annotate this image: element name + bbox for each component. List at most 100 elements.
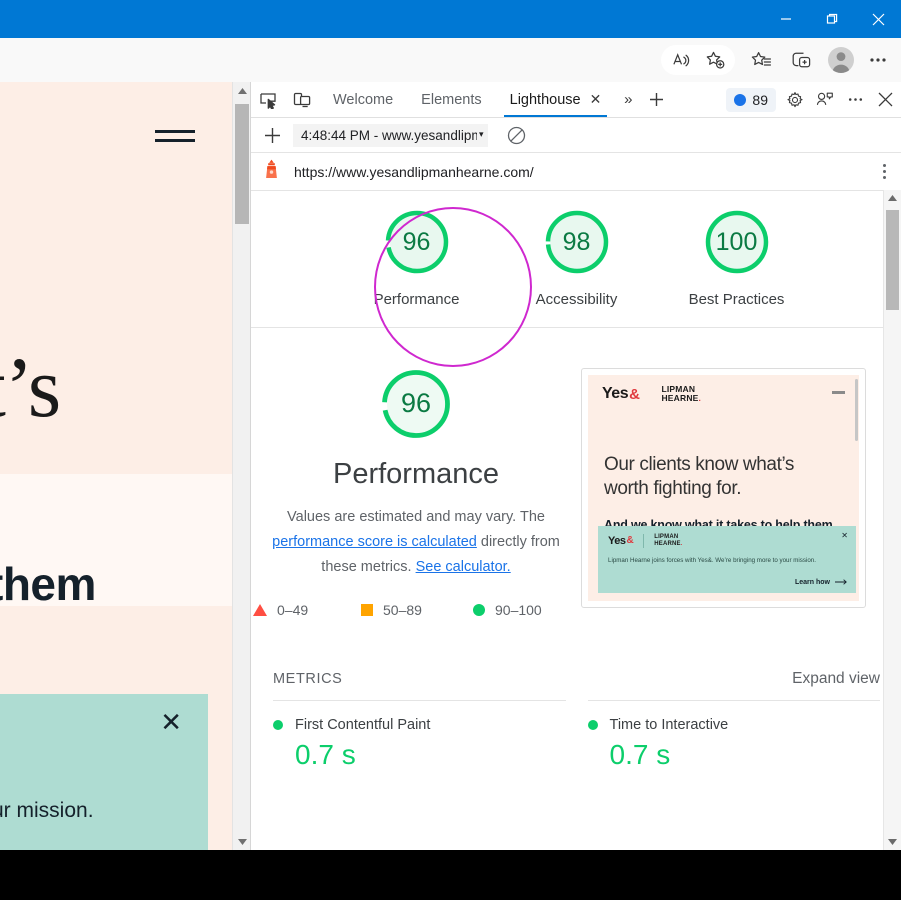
banner-text: ur mission. [0, 799, 94, 822]
thumbnail-banner-close-icon: ✕ [841, 530, 848, 540]
gauge-ring-best-practices: 100 [700, 205, 774, 279]
tab-lighthouse[interactable]: Lighthouse ✕ [496, 83, 616, 117]
devtools-panel: Welcome Elements Lighthouse ✕ » 89 4:48:… [250, 82, 901, 850]
devtools-scroll-thumb[interactable] [886, 210, 899, 310]
tab-close-icon[interactable]: ✕ [590, 92, 602, 108]
tab-welcome[interactable]: Welcome [319, 83, 407, 117]
performance-title: Performance [332, 457, 499, 490]
performance-description: Values are estimated and may vary. The p… [261, 505, 571, 580]
restore-button[interactable] [809, 0, 855, 38]
devtools-scroll-down-icon[interactable] [884, 833, 901, 850]
score-legend: 0–49 50–89 90–100 [251, 602, 581, 618]
thumbnail-banner-cta: Learn how [795, 579, 848, 587]
metric-label-row: Time to Interactive [587, 717, 881, 733]
gauge-accessibility[interactable]: 98 Accessibility [517, 205, 637, 311]
devtools-right-icons: 89 [726, 82, 900, 117]
devtools-scrollbar[interactable] [883, 190, 901, 850]
page-scroll-up-icon[interactable] [233, 82, 251, 100]
new-tab-button[interactable] [641, 83, 671, 117]
tab-elements-label: Elements [421, 91, 482, 108]
split-screen-icon[interactable] [781, 45, 821, 75]
metric-label-row: First Contentful Paint [273, 717, 566, 733]
page-scroll-thumb[interactable] [235, 104, 249, 224]
banner-close-icon[interactable]: ✕ [160, 710, 182, 736]
metric-status-dot-icon [587, 719, 598, 730]
thumbnail-logos: Yes & LIPMAN HEARNE. [602, 384, 701, 404]
webpage-hero-line1: t’s [0, 339, 61, 435]
report-selector-label: 4:48:44 PM - www.yesandlipma [301, 127, 477, 143]
lighthouse-report-body: 96 Performance 98 Accessibility 100 Best… [251, 191, 901, 848]
metric-time-to-interactive[interactable]: Time to Interactive 0.7 s [587, 699, 881, 771]
thumbnail-headline: Our clients know what’s worth fighting f… [604, 453, 794, 501]
thumbnail-banner-divider [643, 533, 645, 548]
gauge-score-performance: 96 [402, 227, 431, 256]
profile-avatar[interactable] [821, 45, 861, 75]
gear-icon[interactable] [780, 83, 810, 117]
chevron-down-icon: ▾ [479, 130, 484, 140]
new-report-button[interactable] [257, 120, 287, 150]
score-gauges: 96 Performance 98 Accessibility 100 Best… [251, 191, 901, 311]
performance-main-gauge: 96 [376, 364, 456, 444]
metrics-header: METRICS Expand view [273, 670, 880, 688]
browser-toolbar-icons [661, 38, 895, 82]
report-url-row: https://www.yesandlipmanhearne.com/ [251, 153, 901, 191]
devtools-close-icon[interactable] [870, 83, 900, 117]
report-selector-dropdown[interactable]: 4:48:44 PM - www.yesandlipma ▾ [293, 123, 488, 147]
report-kebab-icon[interactable] [877, 160, 892, 183]
read-aloud-icon[interactable] [664, 45, 698, 75]
hamburger-menu-icon[interactable] [155, 130, 195, 148]
more-tabs-icon[interactable]: » [615, 83, 641, 117]
thumbnail-headline-line2: worth fighting for. [604, 477, 742, 499]
devtools-tab-bar: Welcome Elements Lighthouse ✕ » 89 [251, 82, 901, 118]
report-url: https://www.yesandlipmanhearne.com/ [294, 163, 534, 180]
minimize-button[interactable] [763, 0, 809, 38]
thumbnail-headline-line1: Our clients know what’s [604, 453, 795, 475]
final-screenshot-thumbnail[interactable]: Yes & LIPMAN HEARNE. Our clients know wha… [581, 367, 866, 608]
performance-main-score: 96 [400, 388, 432, 419]
tab-elements[interactable]: Elements [407, 83, 495, 117]
performance-score-calculated-link[interactable]: performance score is calculated [272, 534, 477, 550]
gauge-performance[interactable]: 96 Performance [357, 205, 477, 311]
thumbnail-banner-text: Lipman Hearne joins forces with Yes&. We… [608, 556, 816, 564]
device-emulation-icon[interactable] [285, 83, 319, 117]
thumbnail-banner-logos: Yes & LIPMAN HEARNE. [608, 533, 683, 548]
metric-status-dot-icon [273, 719, 283, 730]
devtools-scroll-up-icon[interactable] [884, 190, 901, 207]
legend-range-fail: 0–49 [277, 601, 309, 618]
final-screenshot-panel: Yes & LIPMAN HEARNE. Our clients know wha… [581, 364, 881, 618]
issues-dot-icon [734, 93, 747, 106]
gauge-score-accessibility: 98 [562, 227, 591, 256]
page-scrollbar[interactable] [232, 82, 251, 850]
screen-root: t’s them ✕ ur mission. Learn how [0, 0, 901, 900]
gauge-best-practices[interactable]: 100 Best Practices [677, 205, 797, 311]
devtools-more-options-icon[interactable] [840, 83, 870, 117]
feedback-icon[interactable] [810, 83, 840, 117]
thumbnail-minimize-icon [832, 390, 845, 394]
add-favorite-icon[interactable] [698, 45, 732, 75]
address-bar-actions [661, 45, 735, 75]
legend-circle-icon [473, 603, 485, 616]
lighthouse-logo-icon [263, 159, 280, 184]
gauge-score-best-practices: 100 [715, 227, 758, 256]
metric-first-contentful-paint[interactable]: First Contentful Paint 0.7 s [273, 699, 566, 771]
gauge-ring-performance: 96 [380, 205, 454, 279]
expand-view-button[interactable]: Expand view [792, 670, 880, 688]
inspect-element-icon[interactable] [251, 83, 285, 117]
legend-square-icon [361, 603, 373, 616]
close-button[interactable] [855, 0, 901, 38]
metrics-heading: METRICS [273, 670, 343, 687]
thumbnail-banner-logo-yes: Yes & [608, 534, 634, 547]
favorites-icon[interactable] [741, 45, 781, 75]
issues-badge[interactable]: 89 [726, 87, 776, 112]
legend-item-fail: 0–49 [253, 602, 361, 618]
settings-and-more-icon[interactable] [861, 45, 895, 75]
see-calculator-link[interactable]: See calculator. [416, 559, 511, 575]
thumbnail-logo-yes-text: Yes [602, 385, 629, 403]
clear-reports-icon[interactable] [504, 122, 530, 148]
metric-value-tti: 0.7 s [609, 738, 671, 770]
issues-count: 89 [752, 91, 768, 108]
webpage-hero-line2: them [0, 558, 96, 610]
performance-section: 96 Performance Values are estimated and … [251, 328, 901, 618]
gauge-label-best-practices: Best Practices [688, 291, 785, 308]
page-scroll-down-icon[interactable] [233, 832, 251, 850]
